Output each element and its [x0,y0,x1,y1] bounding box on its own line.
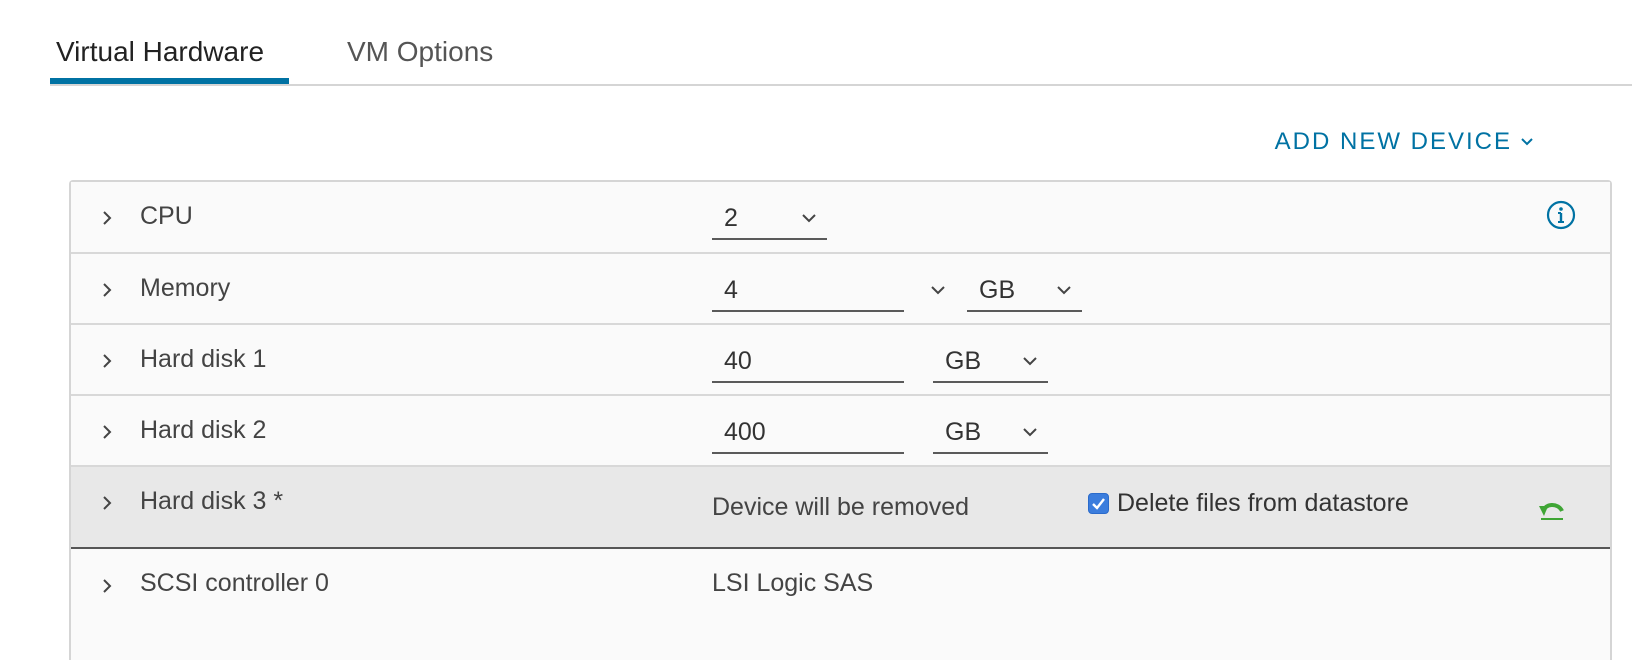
chevron-down-icon [1057,286,1071,295]
scsi-controller-type: LSI Logic SAS [712,569,874,597]
chevron-right-icon[interactable] [99,424,115,440]
device-list: CPU 2 Memory 4 GB Hard disk 1 40 GB Hard… [69,180,1612,660]
delete-files-label: Delete files from datastore [1117,489,1409,517]
device-label-scsi-controller-0: SCSI controller 0 [140,569,329,597]
chevron-right-icon[interactable] [99,578,115,594]
checkmark-icon [1092,498,1105,510]
tab-bar: Virtual Hardware VM Options [50,0,1632,86]
device-label-cpu: CPU [140,202,193,230]
active-tab-indicator [50,78,289,84]
delete-files-checkbox[interactable] [1088,493,1109,514]
device-row-hard-disk-2: Hard disk 2 400 GB [71,396,1610,467]
device-removed-status: Device will be removed [712,493,970,521]
device-row-hard-disk-3: Hard disk 3 * Device will be removed Del… [71,467,1610,549]
chevron-right-icon[interactable] [99,495,115,511]
add-new-device-label: ADD NEW DEVICE [1274,128,1512,155]
device-row-memory: Memory 4 GB [71,254,1610,325]
chevron-right-icon[interactable] [99,353,115,369]
chevron-right-icon[interactable] [99,210,115,226]
device-label-hard-disk-3: Hard disk 3 * [140,487,284,515]
chevron-down-icon [802,214,816,223]
device-row-hard-disk-1: Hard disk 1 40 GB [71,325,1610,396]
device-label-hard-disk-2: Hard disk 2 [140,416,267,444]
chevron-down-icon[interactable] [930,284,946,296]
tab-vm-options[interactable]: VM Options [347,36,493,68]
device-row-scsi-controller-0: SCSI controller 0 LSI Logic SAS [71,549,1610,649]
chevron-down-icon [1521,138,1533,146]
add-new-device-button[interactable]: ADD NEW DEVICE [1275,128,1534,156]
memory-size-input[interactable]: 4 [712,272,904,312]
hard-disk-2-unit-select[interactable]: GB [933,414,1048,454]
hard-disk-2-size-input[interactable]: 400 [712,414,904,454]
undo-icon[interactable] [1538,497,1566,521]
device-label-memory: Memory [140,274,231,302]
device-label-hard-disk-1: Hard disk 1 [140,345,267,373]
memory-unit-select[interactable]: GB [967,272,1082,312]
info-icon[interactable] [1546,200,1576,230]
hard-disk-1-unit-select[interactable]: GB [933,343,1048,383]
hard-disk-1-size-input[interactable]: 40 [712,343,904,383]
chevron-down-icon [1023,357,1037,366]
delete-files-checkbox-group[interactable]: Delete files from datastore [1088,489,1409,518]
tab-virtual-hardware[interactable]: Virtual Hardware [56,36,264,68]
device-row-cpu: CPU 2 [71,182,1610,254]
chevron-right-icon[interactable] [99,282,115,298]
chevron-down-icon [1023,428,1037,437]
cpu-count-select[interactable]: 2 [712,200,827,240]
